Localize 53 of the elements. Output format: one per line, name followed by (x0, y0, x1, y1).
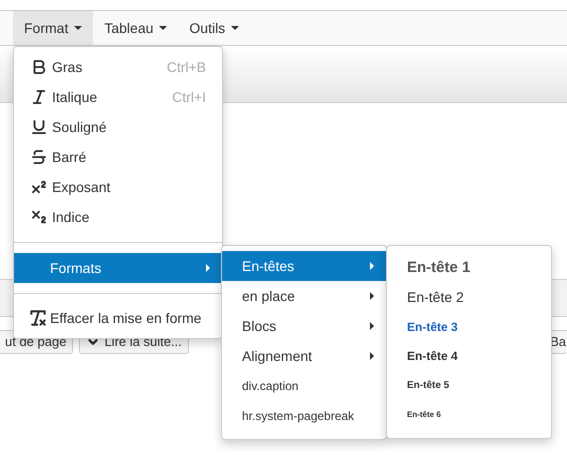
menu-item[interactable]: en place (222, 281, 386, 311)
caret-icon (231, 26, 240, 30)
menu-item[interactable]: Alignement (222, 341, 386, 371)
menu-item[interactable]: En-têtes (222, 251, 386, 281)
heading-option[interactable]: En-tête 1 (387, 253, 551, 282)
menu-item-label: Gras (52, 58, 82, 76)
menu-item-label: Formats (50, 258, 102, 278)
menu-item-label: Effacer la mise en forme (50, 308, 202, 328)
menu-item-label: Alignement (242, 346, 312, 366)
caret-icon (370, 262, 374, 270)
menu-item-label: Exposant (52, 178, 110, 197)
menu-item-label: hr.system-pagebreak (242, 408, 354, 425)
menu-item-label: Italique (52, 88, 98, 107)
caret-icon (370, 322, 374, 330)
menu-item[interactable]: Formats (14, 253, 222, 283)
menu-item[interactable]: Gras Ctrl+B (14, 52, 222, 82)
menu-button[interactable]: Outils (178, 11, 250, 45)
menu-item-label: en place (242, 286, 295, 306)
italic-icon (30, 88, 48, 106)
menu-item[interactable]: Exposant (14, 172, 222, 202)
heading-option[interactable]: En-tête 2 (387, 282, 551, 312)
underline-icon (30, 118, 48, 136)
menu-button[interactable]: Tableau (93, 11, 178, 45)
menu-item[interactable]: div.caption (222, 371, 386, 401)
heading-option[interactable]: En-tête 6 (387, 400, 551, 430)
caret-icon (206, 264, 210, 272)
menu-item[interactable]: Blocs (222, 311, 386, 341)
shortcut-label: Ctrl+B (166, 58, 206, 76)
caret-icon (370, 352, 374, 360)
superscript-icon (30, 178, 48, 196)
heading-option[interactable]: En-tête 4 (387, 342, 551, 371)
menu-item[interactable]: Effacer la mise en forme (14, 304, 222, 332)
strikethrough-icon (30, 148, 48, 166)
menu-item-label: Barré (52, 148, 86, 166)
heading-option[interactable]: En-tête 3 (387, 312, 551, 342)
menu-item[interactable]: Italique Ctrl+I (14, 82, 222, 112)
menu-item[interactable]: hr.system-pagebreak (222, 401, 386, 431)
menu-item[interactable]: Barré (14, 142, 222, 172)
menu-item-label: Souligné (52, 118, 106, 137)
shortcut-label: Ctrl+I (172, 88, 206, 106)
menu-button[interactable]: Format (13, 11, 94, 45)
menu-item-label: div.caption (242, 378, 298, 395)
caret-icon (370, 292, 374, 300)
menu-item-label: Blocs (242, 316, 276, 336)
heading-option[interactable]: En-tête 5 (387, 371, 551, 400)
menu-item[interactable]: Indice (14, 202, 222, 232)
menu-item[interactable]: Souligné (14, 112, 222, 142)
caret-icon (159, 26, 168, 30)
menu-item-label: Indice (52, 208, 90, 226)
clear-format-icon (28, 308, 48, 328)
subscript-icon (30, 208, 48, 226)
caret-icon (74, 26, 82, 30)
menu-item-label: En-têtes (242, 256, 294, 276)
